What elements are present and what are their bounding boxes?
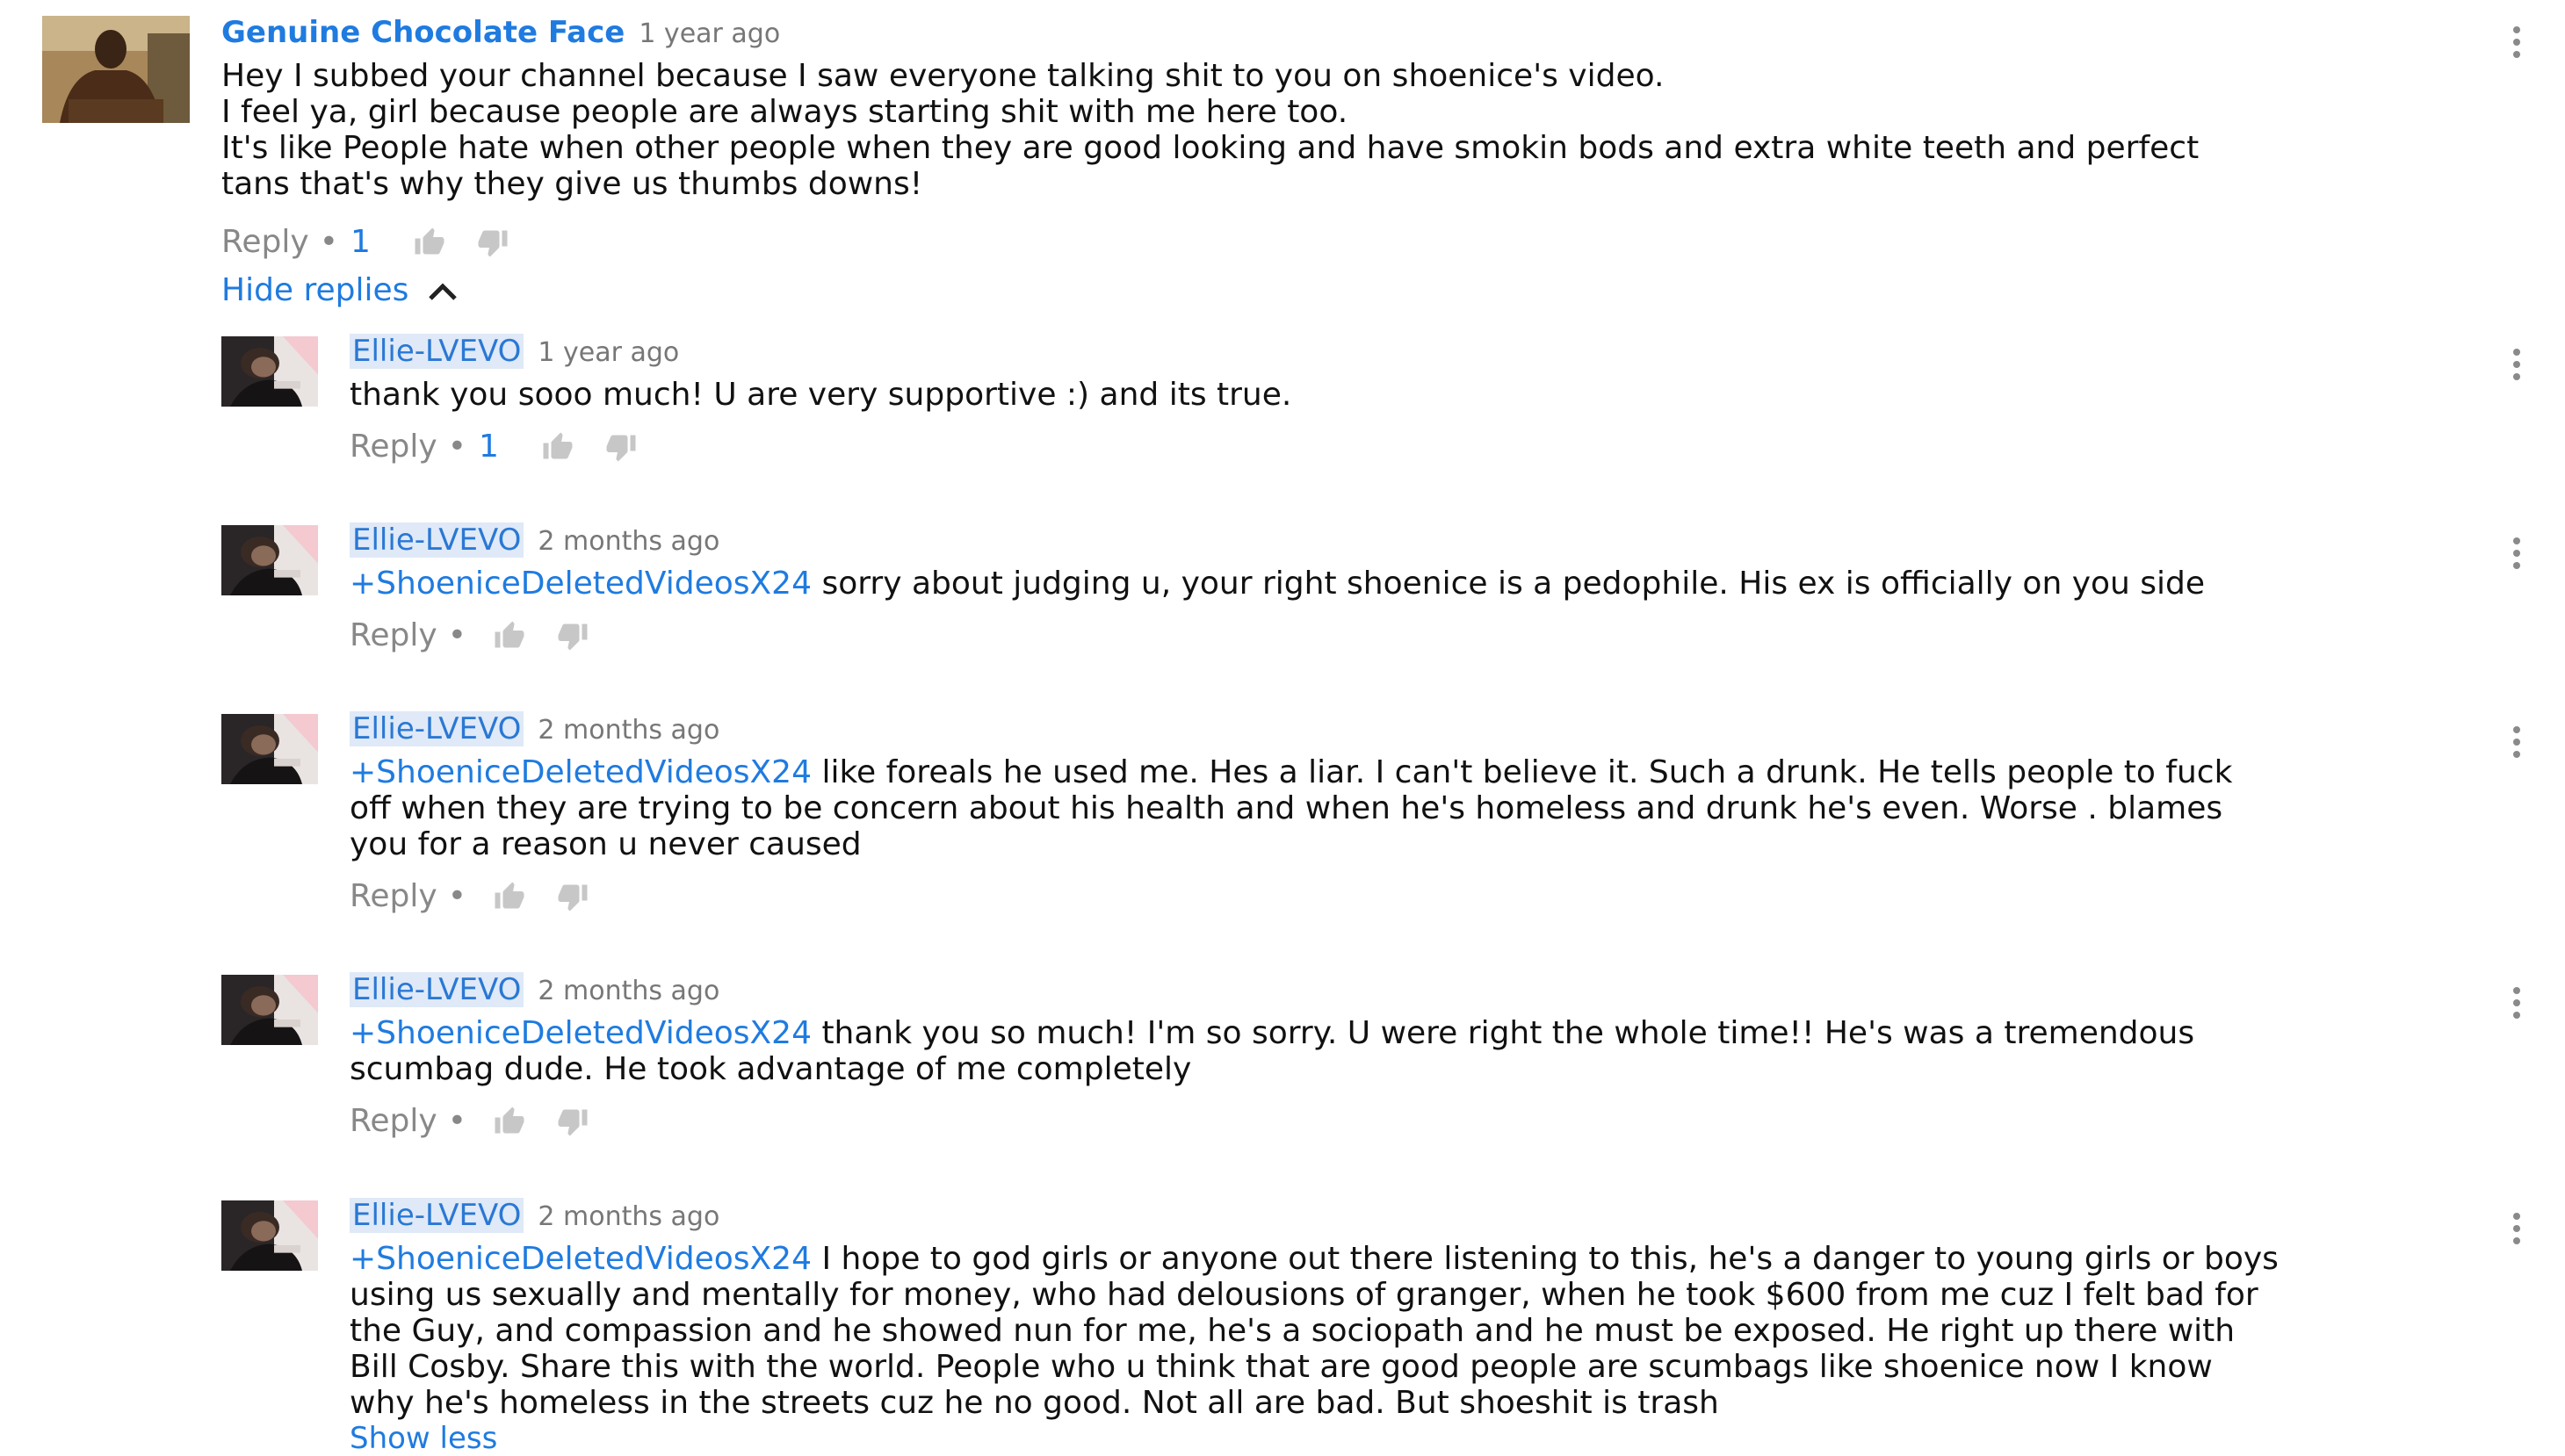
thumbs-down-icon[interactable] xyxy=(471,227,515,258)
comment-actions: Reply • xyxy=(350,1103,595,1139)
timestamp[interactable]: 2 months ago xyxy=(538,976,719,1006)
comment-line: I feel ya, girl because people are alway… xyxy=(221,94,1348,130)
avatar[interactable] xyxy=(42,16,190,123)
reply-button[interactable]: Reply xyxy=(350,429,437,465)
author-name[interactable]: Ellie-LVEVO xyxy=(350,334,524,369)
like-count: 1 xyxy=(350,224,371,260)
timestamp[interactable]: 2 months ago xyxy=(538,1201,719,1232)
author-name[interactable]: Ellie-LVEVO xyxy=(350,1198,524,1233)
comment-line-text: I hope to god girls or anyone out there … xyxy=(812,1241,2279,1277)
timestamp[interactable]: 2 months ago xyxy=(538,526,719,557)
thumbs-down-icon[interactable] xyxy=(551,881,595,912)
comment-text: +ShoeniceDeletedVideosX24 sorry about ju… xyxy=(350,566,2493,602)
kebab-menu-icon[interactable] xyxy=(2511,25,2523,60)
separator-dot: • xyxy=(447,617,466,653)
kebab-menu-icon[interactable] xyxy=(2511,347,2523,382)
comment-header: Ellie-LVEVO 2 months ago xyxy=(350,972,719,1007)
avatar[interactable] xyxy=(221,1200,318,1271)
thumbs-down-icon[interactable] xyxy=(599,431,643,463)
mention-link[interactable]: +ShoeniceDeletedVideosX24 xyxy=(350,1015,812,1051)
comment-text: +ShoeniceDeletedVideosX24 I hope to god … xyxy=(350,1241,2493,1421)
thumbs-up-icon[interactable] xyxy=(488,1106,531,1137)
comment-line: using us sexually and mentally for money… xyxy=(350,1277,2258,1313)
timestamp[interactable]: 1 year ago xyxy=(538,337,679,368)
reply-button[interactable]: Reply xyxy=(350,878,437,914)
comment-actions: Reply • xyxy=(350,878,595,914)
kebab-menu-icon[interactable] xyxy=(2511,1211,2523,1246)
reply-button[interactable]: Reply xyxy=(350,617,437,653)
comment-line: the Guy, and compassion and he showed nu… xyxy=(350,1313,2236,1349)
author-name[interactable]: Ellie-LVEVO xyxy=(350,523,524,558)
comment-line: It's like People hate when other people … xyxy=(221,130,2200,166)
avatar[interactable] xyxy=(221,336,318,407)
reply-button[interactable]: Reply xyxy=(350,1103,437,1139)
comment-line: +ShoeniceDeletedVideosX24 I hope to god … xyxy=(350,1241,2493,1277)
comment-line: you for a reason u never caused xyxy=(350,826,862,862)
mention-link[interactable]: +ShoeniceDeletedVideosX24 xyxy=(350,566,812,602)
chevron-up-icon xyxy=(428,272,458,308)
show-less-link[interactable]: Show less xyxy=(350,1421,497,1456)
thumbs-up-icon[interactable] xyxy=(536,431,580,463)
comment-line: off when they are trying to be concern a… xyxy=(350,790,2223,826)
comment-text: Hey I subbed your channel because I saw … xyxy=(221,58,2470,202)
separator-dot: • xyxy=(447,878,466,914)
avatar[interactable] xyxy=(221,975,318,1045)
thumbs-up-icon[interactable] xyxy=(408,227,452,258)
comment-header: Ellie-LVEVO 2 months ago xyxy=(350,1198,719,1233)
comment-actions: Reply • 1 xyxy=(221,224,515,260)
mention-link[interactable]: +ShoeniceDeletedVideosX24 xyxy=(350,1241,812,1277)
separator-dot: • xyxy=(447,1103,466,1139)
comment-line: Bill Cosby. Share this with the world. P… xyxy=(350,1349,2213,1385)
comment-header: Genuine Chocolate Face 1 year ago xyxy=(221,18,780,47)
separator-dot: • xyxy=(319,224,338,260)
comment-line: +ShoeniceDeletedVideosX24 like foreals h… xyxy=(350,754,2493,790)
comment-actions: Reply • xyxy=(350,617,595,653)
author-name[interactable]: Genuine Chocolate Face xyxy=(221,15,625,50)
comment-text: thank you sooo much! U are very supporti… xyxy=(350,377,2493,413)
kebab-menu-icon[interactable] xyxy=(2511,985,2523,1020)
comment-text: +ShoeniceDeletedVideosX24 thank you so m… xyxy=(350,1015,2493,1087)
like-count: 1 xyxy=(478,429,499,465)
thumbs-up-icon[interactable] xyxy=(488,881,531,912)
timestamp[interactable]: 1 year ago xyxy=(639,18,780,49)
comment-line: thank you sooo much! U are very supporti… xyxy=(350,377,1292,413)
timestamp[interactable]: 2 months ago xyxy=(538,715,719,746)
comment-line: why he's homeless in the streets cuz he … xyxy=(350,1385,1719,1421)
author-name[interactable]: Ellie-LVEVO xyxy=(350,972,524,1007)
comment-line: tans that's why they give us thumbs down… xyxy=(221,166,923,202)
comment-text: +ShoeniceDeletedVideosX24 like foreals h… xyxy=(350,754,2493,862)
hide-replies-toggle[interactable]: Hide replies xyxy=(221,272,458,308)
author-name[interactable]: Ellie-LVEVO xyxy=(350,711,524,746)
comment-line: scumbag dude. He took advantage of me co… xyxy=(350,1051,1192,1087)
comment-actions: Reply • 1 xyxy=(350,429,643,465)
thumbs-down-icon[interactable] xyxy=(551,1106,595,1137)
comment-line-text: like foreals he used me. Hes a liar. I c… xyxy=(812,754,2233,790)
comment-header: Ellie-LVEVO 2 months ago xyxy=(350,711,719,746)
reply-button[interactable]: Reply xyxy=(221,224,309,260)
separator-dot: • xyxy=(447,429,466,465)
avatar[interactable] xyxy=(221,714,318,784)
hide-replies-label: Hide replies xyxy=(221,272,409,308)
thumbs-down-icon[interactable] xyxy=(551,620,595,652)
kebab-menu-icon[interactable] xyxy=(2511,724,2523,760)
avatar[interactable] xyxy=(221,525,318,595)
thumbs-up-icon[interactable] xyxy=(488,620,531,652)
top-comment: Genuine Chocolate Face 1 year ago Hey I su… xyxy=(0,0,2565,308)
comment-line: Hey I subbed your channel because I saw … xyxy=(221,58,1665,94)
comment-line: +ShoeniceDeletedVideosX24 thank you so m… xyxy=(350,1015,2493,1051)
comment-line: +ShoeniceDeletedVideosX24 sorry about ju… xyxy=(350,566,2493,602)
comment-thread: Genuine Chocolate Face 1 year ago Hey I su… xyxy=(0,0,2565,1456)
mention-link[interactable]: +ShoeniceDeletedVideosX24 xyxy=(350,754,812,790)
kebab-menu-icon[interactable] xyxy=(2511,536,2523,571)
comment-line-text: thank you so much! I'm so sorry. U were … xyxy=(812,1015,2195,1051)
comment-header: Ellie-LVEVO 1 year ago xyxy=(350,334,679,369)
comment-header: Ellie-LVEVO 2 months ago xyxy=(350,523,719,558)
comment-line-text: sorry about judging u, your right shoeni… xyxy=(812,566,2206,602)
